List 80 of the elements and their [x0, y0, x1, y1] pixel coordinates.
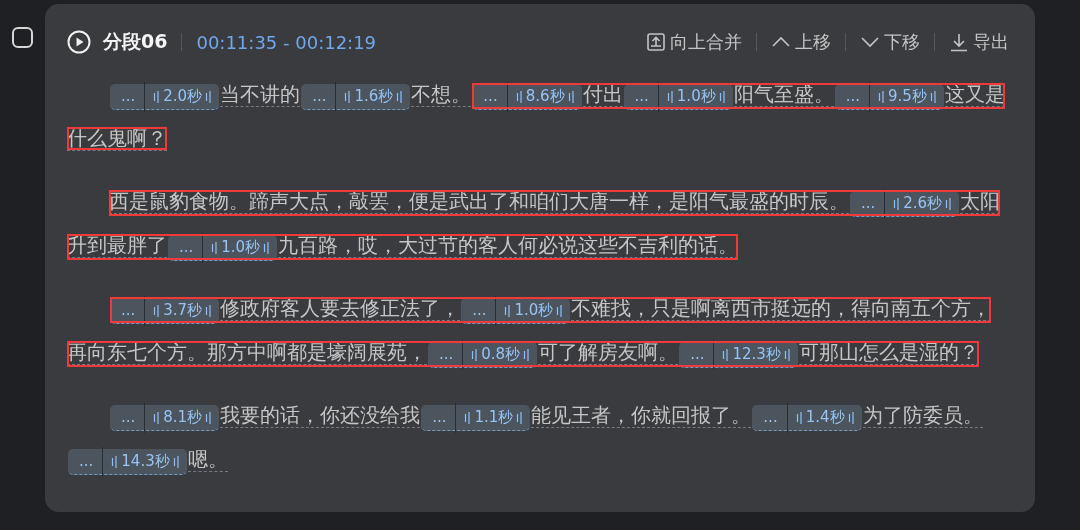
pause-bars-icon [567, 89, 575, 104]
more-button[interactable]: ... [623, 84, 658, 109]
pause-bars-icon [893, 196, 901, 211]
pause-duration: 2.0秒 [163, 86, 203, 107]
pause-bars-icon [211, 240, 219, 255]
transcript-text: 阳气至盛。 [733, 82, 834, 107]
transcript-text: 可那山怎么是湿的？ [798, 340, 979, 365]
pause-bars-icon [205, 303, 213, 318]
merge-up-button[interactable]: 向上合并 [646, 30, 742, 54]
pause-bars-icon [878, 89, 885, 104]
pause-bars-icon [504, 303, 512, 318]
checkbox[interactable] [12, 27, 33, 48]
pause-bars-icon [515, 89, 523, 104]
pause-bars-icon [516, 410, 524, 425]
pause-bars-icon [945, 196, 953, 211]
pause-duration: 1.0秒 [676, 86, 716, 107]
pause-bars-icon [847, 410, 855, 425]
move-down-button[interactable]: 下移 [860, 30, 920, 54]
pause-duration: 0.8秒 [481, 344, 521, 365]
export-button[interactable]: 导出 [949, 30, 1009, 54]
pause-bars-icon [172, 454, 180, 469]
pause-bars-icon [263, 240, 271, 255]
pause-bars-icon [471, 347, 479, 362]
transcript-text: 西是鼠豹食物。蹄声大点，敲罢，便是武出了和咱们大唐一样，是阳气最盛的时辰。 [109, 189, 849, 214]
more-button[interactable]: ... [110, 405, 145, 430]
pause-duration: 3.7秒 [163, 300, 203, 321]
transcript-text: 为了防委员。 [862, 403, 983, 428]
move-up-button[interactable]: 上移 [771, 30, 831, 54]
pause-duration: 9.5秒 [888, 86, 927, 107]
transcript-text: 什么鬼啊？ [67, 126, 167, 151]
pause-duration: 2.6秒 [903, 193, 943, 214]
transcript-text: 嗯。 [187, 447, 228, 472]
pause-bars-icon [111, 454, 119, 469]
pause-duration: 14.3秒 [121, 451, 170, 472]
pause-duration: 1.0秒 [221, 237, 261, 258]
pause-bars-icon [795, 410, 803, 425]
segment-title: 分段06 [103, 29, 168, 54]
pause-bars-icon [523, 347, 531, 362]
pause-duration: 8.1秒 [163, 407, 203, 428]
pause-duration: 1.4秒 [805, 407, 845, 428]
more-button[interactable]: ... [752, 405, 787, 430]
pause-bars-icon [153, 303, 161, 318]
transcript-text: 不想。 [411, 82, 472, 107]
more-button[interactable]: ... [472, 84, 507, 109]
more-button[interactable]: ... [110, 84, 145, 109]
transcript-text: 我要的话，你还没给我 [220, 403, 421, 428]
pause-duration: 1.1秒 [474, 407, 514, 428]
transcript-text: 付出 [582, 82, 623, 107]
play-icon [67, 30, 91, 54]
time-range: 00:11:35 - 00:12:19 [196, 31, 377, 53]
play-button[interactable] [67, 30, 91, 54]
pause-bars-icon [783, 347, 791, 362]
pause-duration: 1.6秒 [354, 86, 394, 107]
more-button[interactable]: ... [68, 449, 103, 474]
merge-up-icon [646, 32, 666, 52]
pause-bars-icon [929, 89, 937, 104]
pause-bars-icon [153, 89, 161, 104]
transcript-text: 修政府客人要去修正法了， [220, 296, 461, 321]
download-icon [949, 32, 969, 52]
pause-bars-icon [722, 347, 730, 362]
transcript-text: 当不讲的 [220, 82, 301, 107]
pause-duration: 12.3秒 [732, 344, 781, 365]
pause-bars-icon [153, 410, 161, 425]
pause-duration: 8.6秒 [525, 86, 565, 107]
pause-bars-icon [718, 89, 726, 104]
pause-bars-icon [556, 303, 564, 318]
more-button[interactable]: ... [834, 84, 869, 109]
pause-bars-icon [464, 410, 472, 425]
pause-bars-icon [344, 89, 352, 104]
more-button[interactable]: ... [301, 84, 336, 109]
pause-bars-icon [205, 410, 213, 425]
transcript-text: 能见王者，你就回报了。 [531, 403, 752, 428]
pause-bars-icon [205, 89, 213, 104]
pause-bars-icon [396, 89, 404, 104]
pause-bars-icon [666, 89, 674, 104]
transcript-text: 九百路，哎，大过节的客人何必说这些不吉利的话。 [278, 233, 739, 258]
transcript-text: 可了解房友啊。 [538, 340, 679, 365]
transcript-text: 这又是 [944, 82, 1005, 107]
more-button[interactable]: ... [421, 405, 456, 430]
pause-duration: 1.0秒 [514, 300, 554, 321]
